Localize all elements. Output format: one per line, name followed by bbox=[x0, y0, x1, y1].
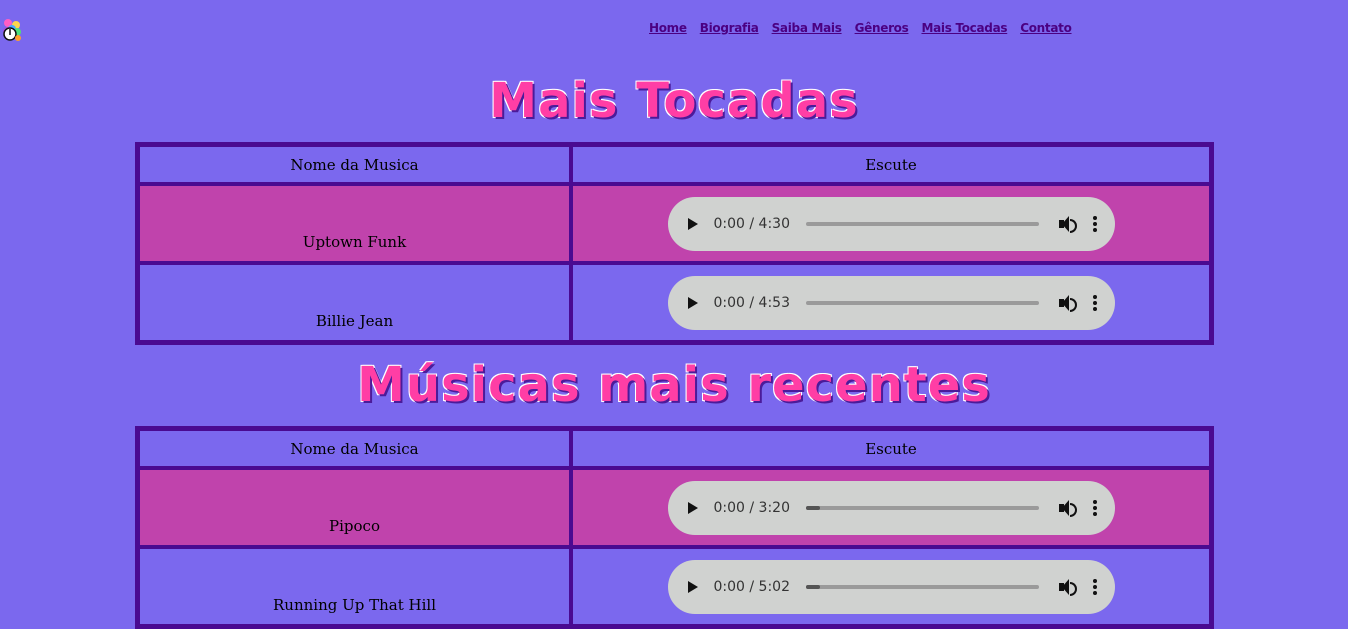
audio-cell: 0:00 / 3:20 bbox=[571, 468, 1211, 547]
nav-link-saiba-mais[interactable]: Saiba Mais bbox=[772, 21, 842, 35]
header-song-name: Nome da Musica bbox=[138, 429, 571, 468]
section-title-mais-tocadas: Mais Tocadas bbox=[489, 73, 859, 129]
header-listen: Escute bbox=[571, 145, 1211, 184]
time-display: 0:00 / 5:02 bbox=[713, 578, 791, 595]
more-options-icon[interactable] bbox=[1092, 215, 1097, 232]
table-header-row: Nome da Musica Escute bbox=[138, 429, 1211, 468]
more-options-icon[interactable] bbox=[1092, 294, 1097, 311]
play-icon[interactable] bbox=[687, 296, 698, 309]
seek-slider[interactable] bbox=[806, 221, 1039, 226]
audio-player: 0:00 / 4:53 bbox=[667, 275, 1115, 330]
table-header-row: Nome da Musica Escute bbox=[138, 145, 1211, 184]
nav-link-biografia[interactable]: Biografia bbox=[700, 21, 759, 35]
play-icon[interactable] bbox=[687, 580, 698, 593]
song-name: Pipoco bbox=[138, 468, 571, 547]
play-icon[interactable] bbox=[687, 501, 698, 514]
volume-icon[interactable] bbox=[1058, 578, 1077, 596]
logo-icon bbox=[0, 16, 24, 46]
audio-player: 0:00 / 5:02 bbox=[667, 559, 1115, 614]
play-icon[interactable] bbox=[687, 217, 698, 230]
section-title-musicas-recentes: Músicas mais recentes bbox=[357, 357, 991, 413]
table-row: Uptown Funk 0:00 / 4:30 bbox=[138, 184, 1211, 263]
seek-slider[interactable] bbox=[806, 584, 1039, 589]
audio-player: 0:00 / 3:20 bbox=[667, 480, 1115, 535]
nav-link-contato[interactable]: Contato bbox=[1020, 21, 1072, 35]
table-row: Pipoco 0:00 / 3:20 bbox=[138, 468, 1211, 547]
music-table-recentes: Nome da Musica Escute Pipoco 0:00 / 3:20… bbox=[135, 426, 1214, 629]
time-display: 0:00 / 4:30 bbox=[713, 215, 791, 232]
audio-cell: 0:00 / 5:02 bbox=[571, 547, 1211, 626]
audio-cell: 0:00 / 4:30 bbox=[571, 184, 1211, 263]
song-name: Billie Jean bbox=[138, 263, 571, 342]
seek-slider[interactable] bbox=[806, 300, 1039, 305]
music-table-mais-tocadas: Nome da Musica Escute Uptown Funk 0:00 /… bbox=[135, 142, 1214, 345]
volume-icon[interactable] bbox=[1058, 294, 1077, 312]
volume-icon[interactable] bbox=[1058, 215, 1077, 233]
header-song-name: Nome da Musica bbox=[138, 145, 571, 184]
time-display: 0:00 / 3:20 bbox=[713, 499, 791, 516]
song-name: Uptown Funk bbox=[138, 184, 571, 263]
audio-cell: 0:00 / 4:53 bbox=[571, 263, 1211, 342]
header-listen: Escute bbox=[571, 429, 1211, 468]
more-options-icon[interactable] bbox=[1092, 578, 1097, 595]
volume-icon[interactable] bbox=[1058, 499, 1077, 517]
seek-slider[interactable] bbox=[806, 505, 1039, 510]
nav-link-mais-tocadas[interactable]: Mais Tocadas bbox=[921, 21, 1007, 35]
more-options-icon[interactable] bbox=[1092, 499, 1097, 516]
table-row: Billie Jean 0:00 / 4:53 bbox=[138, 263, 1211, 342]
main-nav: Home Biografia Saiba Mais Gêneros Mais T… bbox=[649, 21, 1072, 35]
audio-player: 0:00 / 4:30 bbox=[667, 196, 1115, 251]
nav-link-home[interactable]: Home bbox=[649, 21, 687, 35]
table-row: Running Up That Hill 0:00 / 5:02 bbox=[138, 547, 1211, 626]
song-name: Running Up That Hill bbox=[138, 547, 571, 626]
nav-link-generos[interactable]: Gêneros bbox=[855, 21, 909, 35]
time-display: 0:00 / 4:53 bbox=[713, 294, 791, 311]
